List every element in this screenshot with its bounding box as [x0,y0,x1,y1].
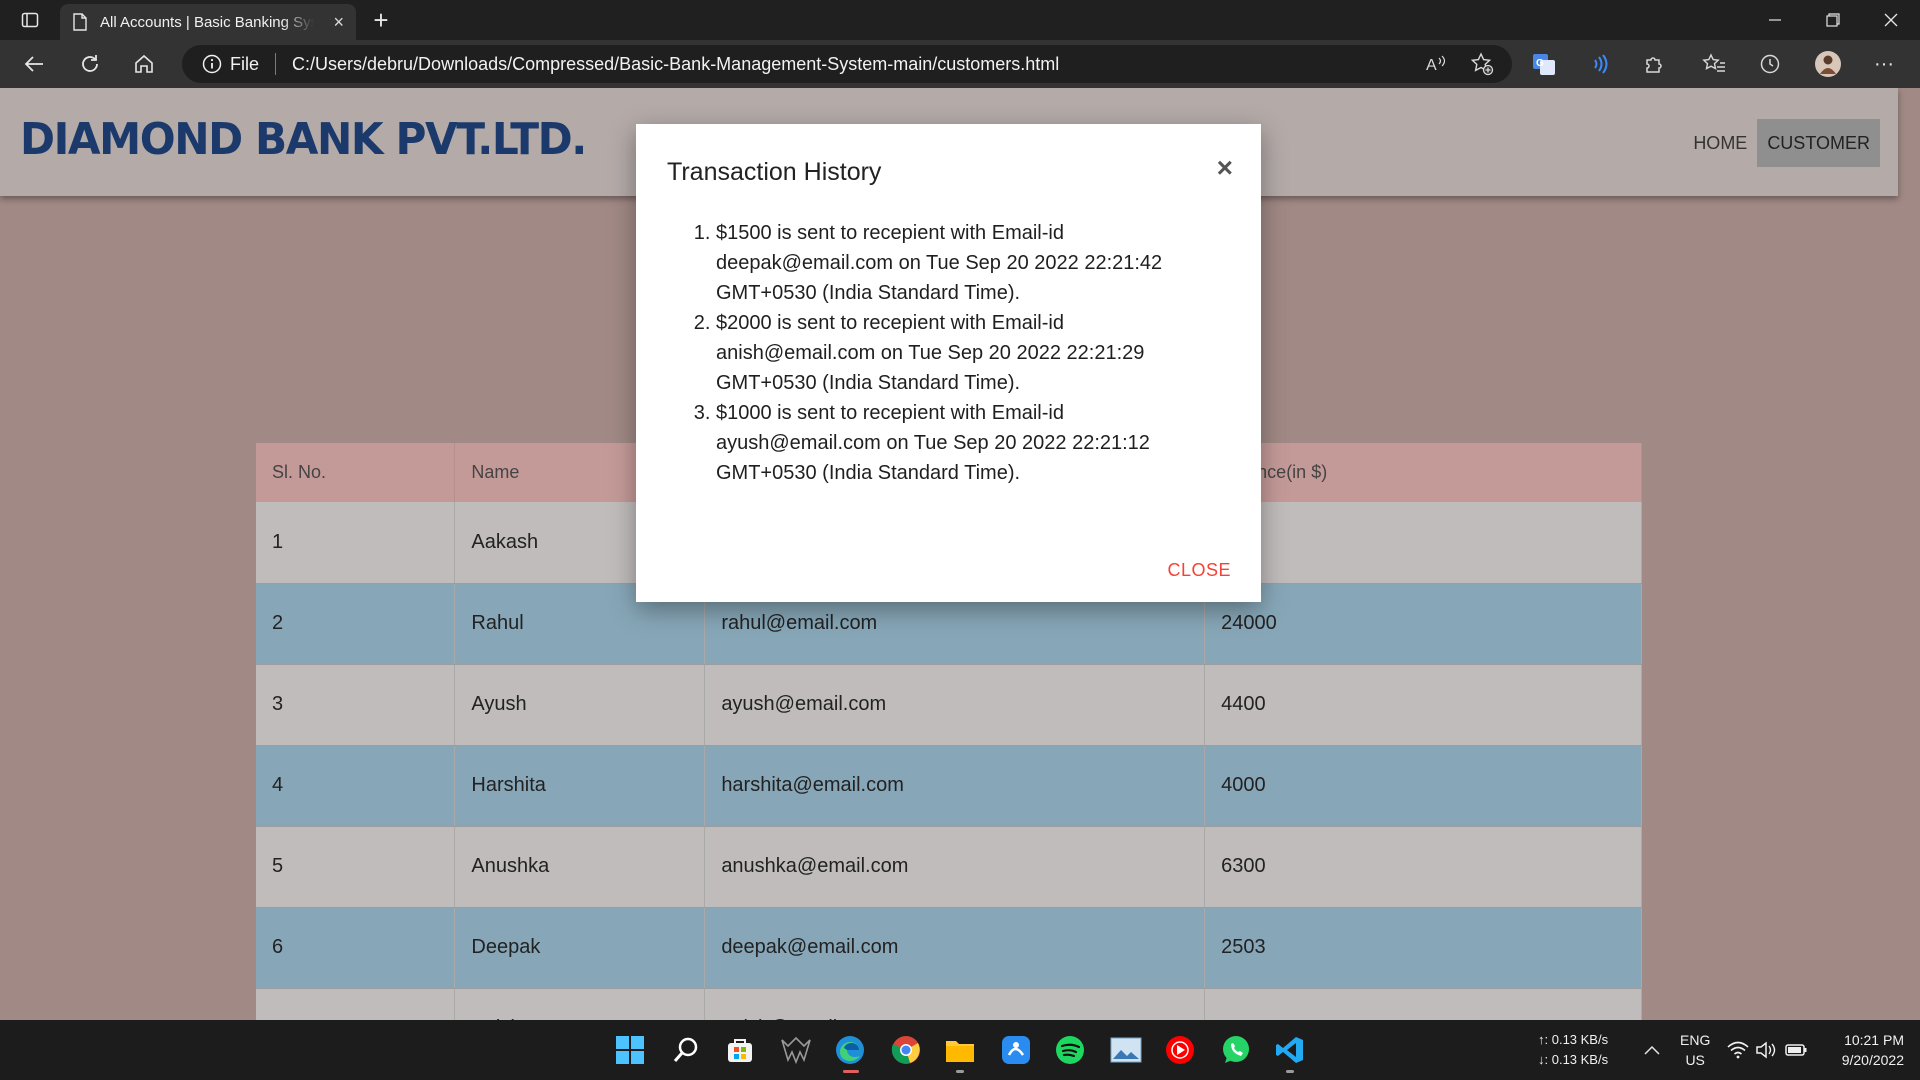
svg-text:A: A [1426,57,1437,74]
download-speed: ↓: 0.13 KB/s [1538,1052,1609,1067]
vscode-icon[interactable] [1270,1030,1310,1070]
profile-avatar[interactable] [1812,48,1844,80]
page-content: DIAMOND BANK PVT.LTD. HOME CUSTOMER Sl. … [0,88,1920,1020]
transaction-list: $1500 is sent to recepient with Email-id… [716,218,1216,488]
divider [275,53,277,75]
browser-toolbar: File C:/Users/debru/Downloads/Compressed… [0,40,1920,88]
refresh-icon[interactable] [70,44,110,84]
file-label: File [230,53,260,74]
page-icon [73,13,87,31]
file-explorer-icon[interactable] [940,1030,980,1070]
language-indicator[interactable]: ENG US [1680,1030,1710,1070]
photos-icon[interactable] [1106,1030,1146,1070]
running-app-indicator [1286,1070,1294,1073]
extensions-icon[interactable] [1638,48,1670,80]
modal-backdrop[interactable]: Transaction History × $1500 is sent to r… [0,88,1920,1020]
taskbar: ↑: 0.13 KB/s ↓: 0.13 KB/s ENG US 10:21 P… [0,1020,1920,1080]
clock[interactable]: 10:21 PM 9/20/2022 [1828,1030,1904,1070]
more-icon[interactable]: ··· [1868,48,1900,80]
search-icon[interactable] [666,1030,706,1070]
wifi-icon[interactable] [1724,1030,1752,1070]
region-label: US [1685,1052,1705,1068]
read-aloud-icon[interactable]: A [1420,48,1452,80]
upload-speed: ↑: 0.13 KB/s [1538,1032,1609,1047]
tab-actions-icon[interactable] [14,0,46,40]
running-app-indicator [956,1070,964,1073]
url-text[interactable]: C:/Users/debru/Downloads/Compressed/Basi… [292,54,1059,75]
list-item: $1500 is sent to recepient with Email-id… [716,218,1216,308]
audio-wave-icon[interactable] [1582,48,1614,80]
list-item: $2000 is sent to recepient with Email-id… [716,308,1216,398]
minimize-icon[interactable] [1760,0,1790,40]
tab-close-icon[interactable]: × [333,12,344,33]
date-label: 9/20/2022 [1841,1052,1904,1068]
favorites-icon[interactable] [1698,48,1730,80]
windows-start-icon[interactable] [610,1030,650,1070]
battery-icon[interactable] [1782,1030,1810,1070]
chevron-up-icon[interactable] [1632,1030,1672,1070]
tab-title: All Accounts | Basic Banking System [100,13,314,31]
modal-title: Transaction History [667,158,882,186]
svg-text:G: G [1536,58,1544,69]
network-speed: ↑: 0.13 KB/s ↓: 0.13 KB/s [1538,1030,1608,1070]
history-icon[interactable] [1754,48,1786,80]
modal-close-button[interactable]: CLOSE [1167,560,1231,581]
app-icon[interactable] [996,1030,1036,1070]
store-icon[interactable] [720,1030,760,1070]
edge-icon[interactable] [830,1030,870,1070]
time-label: 10:21 PM [1844,1032,1904,1048]
modal-close-icon[interactable]: × [1217,152,1233,184]
language-label: ENG [1680,1032,1711,1048]
translate-icon[interactable]: G [1528,48,1560,80]
predator-sense-icon[interactable] [776,1030,816,1070]
volume-icon[interactable] [1752,1030,1780,1070]
list-item: $1000 is sent to recepient with Email-id… [716,398,1216,488]
new-tab-button[interactable]: + [366,0,396,40]
info-icon[interactable] [202,54,222,74]
transaction-history-modal: Transaction History × $1500 is sent to r… [636,124,1261,602]
add-favorite-icon[interactable] [1466,48,1498,80]
window-close-icon[interactable] [1876,0,1906,40]
spotify-icon[interactable] [1050,1030,1090,1070]
chrome-icon[interactable] [886,1030,926,1070]
browser-tab[interactable]: All Accounts | Basic Banking System × [60,4,356,40]
address-bar[interactable]: File C:/Users/debru/Downloads/Compressed… [182,45,1512,83]
restore-icon[interactable] [1818,0,1848,40]
home-icon[interactable] [124,44,164,84]
whatsapp-icon[interactable] [1216,1030,1256,1070]
back-arrow-icon[interactable] [14,44,54,84]
active-app-indicator [843,1070,859,1073]
browser-titlebar: All Accounts | Basic Banking System × + [0,0,1920,40]
youtube-music-icon[interactable] [1160,1030,1200,1070]
